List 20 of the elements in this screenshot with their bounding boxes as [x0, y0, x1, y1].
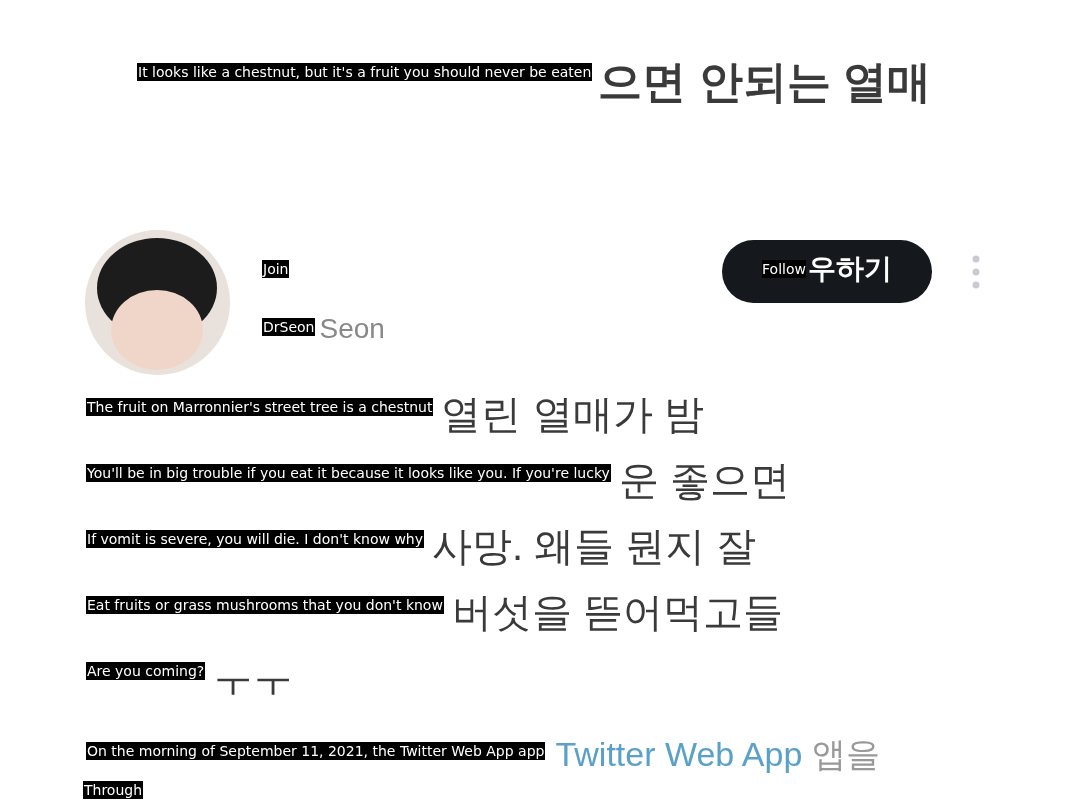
- source-suffix: 앱을: [812, 736, 881, 772]
- translation-label: If vomit is severe, you will die. I don't know why: [86, 530, 424, 548]
- tweet-text-line: 운 좋으면: [618, 458, 790, 502]
- translation-label: The fruit on Marronnier's street tree is a chestnut: [86, 398, 434, 416]
- tweet-text-line: 사망. 왜들 뭔지 잘: [432, 524, 757, 568]
- follow-button[interactable]: Follow 우하기: [722, 240, 932, 303]
- tweet-text-line: ㅜㅜ: [213, 656, 294, 700]
- tweet-text-line: 버섯을 뜯어먹고들: [451, 590, 783, 634]
- author-handle: Seon: [319, 314, 385, 344]
- headline: 으면 안되는 열매: [598, 57, 931, 107]
- tweet-text-line: 열린 열매가 밤: [441, 392, 704, 436]
- translation-label: On the morning of September 11, 2021, the Twitter Web App app: [86, 742, 546, 760]
- translation-label: You'll be in big trouble if you eat it because it looks like you. If you're lucky: [86, 464, 611, 482]
- more-icon[interactable]: [972, 254, 980, 289]
- translation-label: Eat fruits or grass mushrooms that you don't know: [86, 596, 444, 614]
- translation-label: Through: [83, 781, 144, 799]
- translation-label: Join: [262, 260, 290, 278]
- translation-label: Are you coming?: [86, 662, 206, 680]
- translation-label: DrSeon: [262, 318, 316, 336]
- translation-label: It looks like a chestnut, but it's a fruit you should never be eaten: [137, 63, 593, 81]
